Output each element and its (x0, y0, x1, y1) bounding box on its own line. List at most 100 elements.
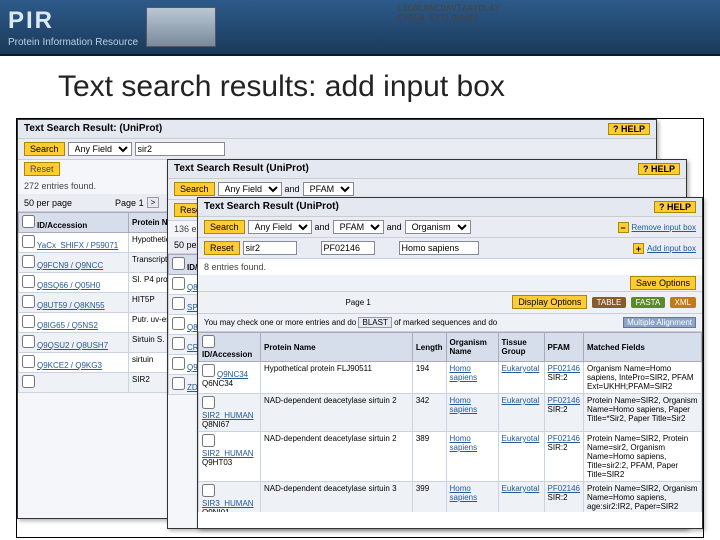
remove-input-link[interactable]: Remove input box (632, 223, 696, 232)
organism-link[interactable]: Homo sapiens (450, 434, 478, 452)
slide-title: Text search results: add input box (0, 56, 720, 118)
matched-fields: Protein Name=SIR2, Organism Name=Homo sa… (584, 394, 702, 432)
field-select-1[interactable]: Any Field (218, 182, 282, 196)
query-input-3[interactable] (399, 241, 479, 255)
length: 389 (412, 432, 446, 482)
row-checkbox[interactable] (172, 277, 185, 290)
row-checkbox[interactable] (22, 255, 35, 268)
id-link[interactable]: Q9FCN9 / Q9NCC (37, 261, 103, 270)
select-all-checkbox[interactable] (202, 335, 215, 348)
search-button[interactable]: Search (174, 182, 215, 196)
reset-button[interactable]: Reset (24, 162, 60, 176)
table-row: SIR2_HUMANQ9HT03NAD-dependent deacetylas… (199, 432, 702, 482)
row-checkbox[interactable] (202, 484, 215, 497)
and-label: and (387, 222, 402, 232)
next-page-icon[interactable]: > (147, 197, 160, 208)
blast-button[interactable]: BLAST (358, 317, 391, 328)
taxon-link[interactable]: Eukaryotal (502, 484, 540, 493)
matched-fields: Organism Name=Homo sapiens, IntePro=SIR2… (584, 362, 702, 394)
search-window-3: Text Search Result (UniProt) ? HELP Sear… (197, 197, 703, 529)
row-checkbox[interactable] (172, 317, 185, 330)
query-input-1[interactable] (243, 241, 297, 255)
row-checkbox[interactable] (172, 337, 185, 350)
id-link[interactable]: SIR2_HUMAN (202, 411, 254, 420)
protein-name: Hypothetical protein FLJ90511 (261, 362, 413, 394)
id-link[interactable]: Q9KCE2 / Q9KG3 (37, 361, 102, 370)
id-link[interactable]: SIR2_HUMAN (202, 449, 254, 458)
help-button[interactable]: ? HELP (638, 163, 680, 175)
logo-text: PIR (8, 7, 138, 35)
taxon-link[interactable]: Eukaryotal (502, 364, 540, 373)
xml-chip[interactable]: XML (670, 297, 696, 308)
query-input-2[interactable] (321, 241, 375, 255)
protein-name: NAD-dependent deacetylase sirtuin 2 (261, 432, 413, 482)
row-checkbox[interactable] (22, 275, 35, 288)
row-checkbox[interactable] (22, 335, 35, 348)
taxon-link[interactable]: Eukaryotal (502, 396, 540, 405)
id-link[interactable]: Q9NC34 (217, 370, 248, 379)
protein-name: NAD-dependent deacetylase sirtuin 2 (261, 394, 413, 432)
search-button[interactable]: Search (204, 220, 245, 234)
search-button[interactable]: Search (24, 142, 65, 156)
field-select-2[interactable]: PFAM (303, 182, 354, 196)
banner-sequence: LIGDLRNCDAVTAAYQLAYCYGSN SYILQHVKS (397, 4, 500, 24)
matched-fields: Protein Name=SIR2, Protein Name=sir2, Or… (584, 432, 702, 482)
taxon-link[interactable]: Eukaryotal (502, 434, 540, 443)
field-select[interactable]: Any Field (68, 142, 132, 156)
page-label: Page 1 (115, 198, 144, 208)
add-input-link[interactable]: Add input box (647, 244, 696, 253)
row-checkbox[interactable] (22, 375, 35, 388)
row-checkbox[interactable] (172, 297, 185, 310)
query-input[interactable] (135, 142, 225, 156)
table-chip[interactable]: TABLE (592, 297, 627, 308)
accession: Q6NC34 (202, 379, 233, 388)
id-link[interactable]: Q9QSU2 / Q8USH7 (37, 341, 108, 350)
and-label: and (285, 184, 300, 194)
id-link[interactable]: Q8IG65 / Q5NS2 (37, 321, 98, 330)
row-checkbox[interactable] (22, 315, 35, 328)
multiple-alignment-button[interactable]: Multiple Alignment (623, 317, 696, 328)
id-link[interactable]: Q8UT59 / Q8KN55 (37, 301, 105, 310)
organism-link[interactable]: Homo sapiens (450, 396, 478, 414)
fasta-chip[interactable]: FASTA (631, 297, 666, 308)
window-titlebar: Text Search Result (UniProt) ? HELP (198, 198, 702, 217)
pfam-link[interactable]: PF02146 (548, 364, 580, 373)
window-title: Text Search Result: (UniProt) (24, 123, 162, 135)
select-all-checkbox[interactable] (22, 215, 35, 228)
row-checkbox[interactable] (202, 364, 215, 377)
action-hint-bar: You may check one or more entries and do… (198, 314, 702, 332)
id-link[interactable]: Q8SQ66 / Q05H0 (37, 281, 100, 290)
select-all-checkbox[interactable] (172, 257, 185, 270)
row-checkbox[interactable] (202, 434, 215, 447)
row-checkbox[interactable] (172, 377, 185, 390)
plus-icon[interactable]: + (633, 243, 644, 254)
or-text: of marked sequences and do (394, 318, 497, 327)
organism-link[interactable]: Homo sapiens (450, 484, 478, 502)
organism-link[interactable]: Homo sapiens (450, 364, 478, 382)
minus-icon[interactable]: − (618, 222, 629, 233)
reset-button[interactable]: Reset (204, 241, 240, 255)
matched-fields: Protein Name=SIR2, Organism Name=Homo sa… (584, 482, 702, 513)
field-select-1[interactable]: Any Field (248, 220, 312, 234)
length: 194 (412, 362, 446, 394)
field-select-3[interactable]: Organism (405, 220, 471, 234)
row-checkbox[interactable] (172, 357, 185, 370)
pfam-link[interactable]: PF02146 (548, 434, 580, 443)
id-link[interactable]: SIR3_HUMAN (202, 499, 254, 508)
help-button[interactable]: ? HELP (608, 123, 650, 135)
pfam-link[interactable]: PF02146 (548, 396, 580, 405)
and-label: and (315, 222, 330, 232)
table-row: SIR2_HUMANQ8NI67NAD-dependent deacetylas… (199, 394, 702, 432)
row-checkbox[interactable] (22, 235, 35, 248)
row-checkbox[interactable] (22, 355, 35, 368)
pfam-link[interactable]: PF02146 (548, 484, 580, 493)
help-button[interactable]: ? HELP (654, 201, 696, 213)
field-select-2[interactable]: PFAM (333, 220, 384, 234)
save-options-button[interactable]: Save Options (630, 276, 696, 290)
row-checkbox[interactable] (202, 396, 215, 409)
display-options-button[interactable]: Display Options (512, 295, 587, 309)
pir-banner: PIR Protein Information Resource LIGDLRN… (0, 0, 720, 56)
id-link[interactable]: YaCx_SHIFX / P59071 (37, 241, 118, 250)
window-title: Text Search Result (UniProt) (174, 163, 309, 175)
row-checkbox[interactable] (22, 295, 35, 308)
